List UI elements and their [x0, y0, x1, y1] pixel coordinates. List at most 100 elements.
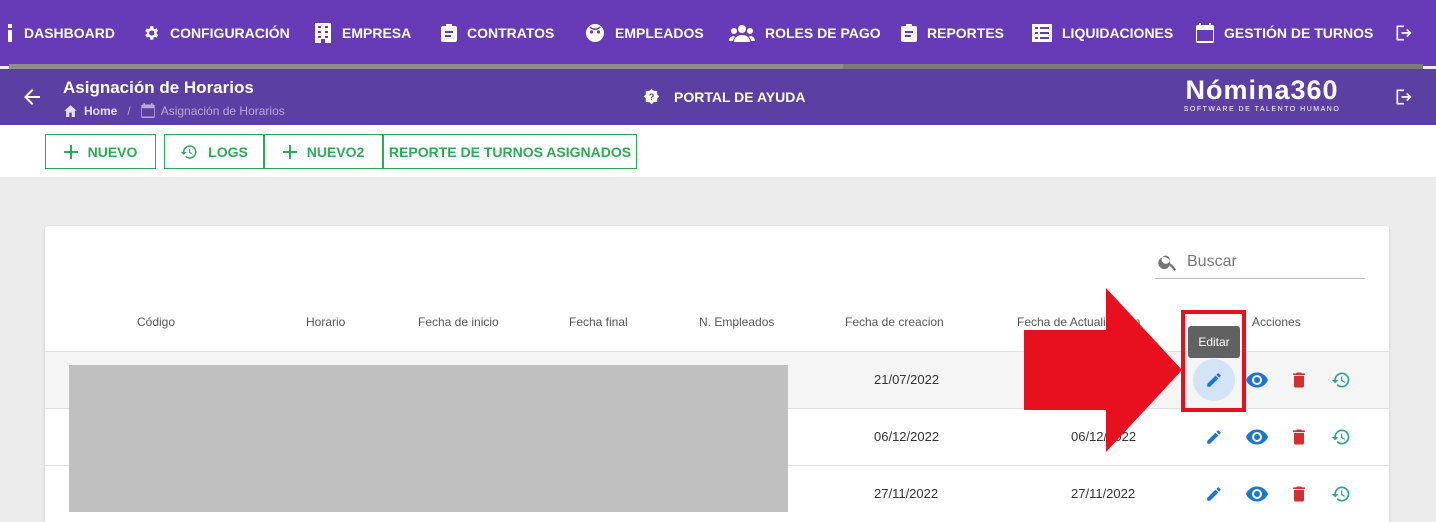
- help-portal-label: PORTAL DE AYUDA: [674, 88, 806, 105]
- page-header: Asignación de Horarios Home / Asignación…: [0, 69, 1436, 125]
- nav-label: CONFIGURACIÓN: [170, 25, 290, 41]
- history-button[interactable]: [1328, 481, 1354, 507]
- delete-button[interactable]: [1286, 367, 1312, 393]
- breadcrumb: Home / Asignación de Horarios: [63, 103, 285, 118]
- plus-icon: [282, 144, 297, 159]
- delete-button[interactable]: [1286, 481, 1312, 507]
- help-portal-link[interactable]: ? PORTAL DE AYUDA: [643, 88, 805, 105]
- history-button[interactable]: [1328, 367, 1354, 393]
- back-button[interactable]: [20, 85, 44, 109]
- view-button[interactable]: [1244, 367, 1270, 393]
- logout-button[interactable]: [1394, 0, 1414, 66]
- nav-label: DASHBOARD: [24, 25, 115, 41]
- nav-label: GESTIÓN DE TURNOS: [1224, 25, 1374, 41]
- cell-fecha-creacion: 06/12/2022: [874, 429, 940, 444]
- history-icon: [1331, 486, 1350, 502]
- logout-icon: [1396, 89, 1412, 105]
- clipboard-icon: [901, 24, 917, 42]
- calendar-icon: [1196, 23, 1214, 43]
- building-icon: [315, 23, 331, 43]
- top-nav: DASHBOARD CONFIGURACIÓN EMPRESA CONTRATO…: [0, 0, 1436, 66]
- page-title: Asignación de Horarios: [63, 78, 254, 97]
- svg-text:?: ?: [649, 92, 655, 102]
- nav-label: EMPRESA: [342, 25, 412, 41]
- column-header-acciones: Acciones: [1252, 315, 1301, 329]
- edit-button[interactable]: [1193, 359, 1235, 401]
- nav-label: CONTRATOS: [467, 25, 555, 41]
- nav-gestion-de-turnos[interactable]: GESTIÓN DE TURNOS: [1196, 0, 1373, 66]
- cell-fecha-actualizacion: 27/11/2022: [1071, 486, 1136, 501]
- eye-icon: [1246, 486, 1268, 502]
- delete-button[interactable]: [1286, 424, 1312, 450]
- search-icon: [1158, 255, 1177, 271]
- nuevo-button[interactable]: NUEVO: [45, 134, 156, 169]
- logs-button[interactable]: LOGS: [164, 134, 264, 169]
- history-icon: [1331, 372, 1350, 388]
- cell-fecha-creacion: 21/07/2022: [874, 372, 940, 387]
- history-button[interactable]: [1328, 424, 1354, 450]
- breadcrumb-separator: /: [127, 103, 131, 118]
- nav-empleados[interactable]: EMPLEADOS: [585, 0, 704, 66]
- column-header-codigo[interactable]: Código: [137, 315, 175, 329]
- column-header-fecha-final[interactable]: Fecha final: [569, 315, 628, 329]
- column-header-fecha-actualizacion[interactable]: Fecha de Actualizacion: [1017, 315, 1140, 329]
- logo-tagline: SOFTWARE DE TALENTO HUMANO: [1183, 106, 1341, 113]
- nuevo2-button[interactable]: NUEVO2: [264, 134, 383, 169]
- edit-button[interactable]: [1201, 481, 1227, 507]
- pencil-icon: [1207, 430, 1221, 444]
- edit-button[interactable]: [1201, 424, 1227, 450]
- nav-reportes[interactable]: REPORTES: [901, 0, 1004, 66]
- breadcrumb-home[interactable]: Home: [84, 104, 117, 118]
- nav-label: EMPLEADOS: [615, 25, 704, 41]
- reporte-turnos-button[interactable]: REPORTE DE TURNOS ASIGNADOS: [383, 134, 637, 169]
- pencil-icon: [1207, 487, 1221, 501]
- column-header-horario[interactable]: Horario: [306, 315, 345, 329]
- clipboard-icon: [441, 24, 457, 42]
- pencil-icon: [1207, 373, 1221, 387]
- history-icon: [180, 144, 197, 159]
- face-icon: [586, 24, 604, 42]
- search-input[interactable]: [1187, 253, 1357, 271]
- calendar-icon: [140, 103, 155, 118]
- view-button[interactable]: [1244, 424, 1270, 450]
- column-header-fecha-inicio[interactable]: Fecha de inicio: [418, 315, 499, 329]
- edit-tooltip: Editar: [1188, 326, 1240, 358]
- history-icon: [1331, 429, 1350, 445]
- logo-text: Nómina360: [1185, 75, 1339, 105]
- plus-icon: [63, 144, 78, 159]
- arrow-left-icon: [24, 89, 40, 105]
- trash-icon: [1293, 372, 1305, 388]
- column-header-fecha-creacion[interactable]: Fecha de creacion: [845, 315, 944, 329]
- home-icon: [64, 105, 77, 117]
- cell-fecha-creacion: 27/11/2022: [874, 486, 939, 501]
- eye-icon: [1246, 429, 1268, 445]
- search-box[interactable]: [1155, 246, 1365, 279]
- view-button[interactable]: [1244, 481, 1270, 507]
- action-toolbar: NUEVO LOGS NUEVO2 REPORTE DE TURNOS ASIG…: [0, 125, 1436, 177]
- trash-icon: [1293, 429, 1305, 445]
- brand-logo: Nómina360 SOFTWARE DE TALENTO HUMANO: [1172, 75, 1352, 114]
- nav-dashboard[interactable]: DASHBOARD: [8, 0, 115, 66]
- nav-liquidaciones[interactable]: LIQUIDACIONES: [1032, 0, 1173, 66]
- nav-label: ROLES DE PAGO: [765, 25, 881, 41]
- nav-empresa[interactable]: EMPRESA: [314, 0, 411, 66]
- nav-label: LIQUIDACIONES: [1062, 25, 1174, 41]
- logout-icon: [1396, 25, 1412, 41]
- reporte-label: REPORTE DE TURNOS ASIGNADOS: [388, 143, 632, 160]
- group-icon: [729, 25, 755, 42]
- redacted-cells: [69, 365, 788, 512]
- column-header-n-empleados[interactable]: N. Empleados: [699, 315, 774, 329]
- dashboard-icon: [8, 24, 12, 42]
- eye-icon: [1246, 372, 1268, 388]
- breadcrumb-current: Asignación de Horarios: [160, 103, 285, 118]
- header-logout-button[interactable]: [1394, 87, 1414, 112]
- nuevo2-label: NUEVO2: [306, 143, 365, 160]
- list-icon: [1032, 24, 1052, 42]
- nav-contratos[interactable]: CONTRATOS: [441, 0, 554, 66]
- nav-roles-de-pago[interactable]: ROLES DE PAGO: [729, 0, 881, 66]
- help-icon: ?: [643, 88, 660, 105]
- nav-configuracion[interactable]: CONFIGURACIÓN: [142, 0, 290, 66]
- nuevo-label: NUEVO: [87, 143, 138, 160]
- logs-label: LOGS: [208, 143, 248, 160]
- trash-icon: [1293, 486, 1305, 502]
